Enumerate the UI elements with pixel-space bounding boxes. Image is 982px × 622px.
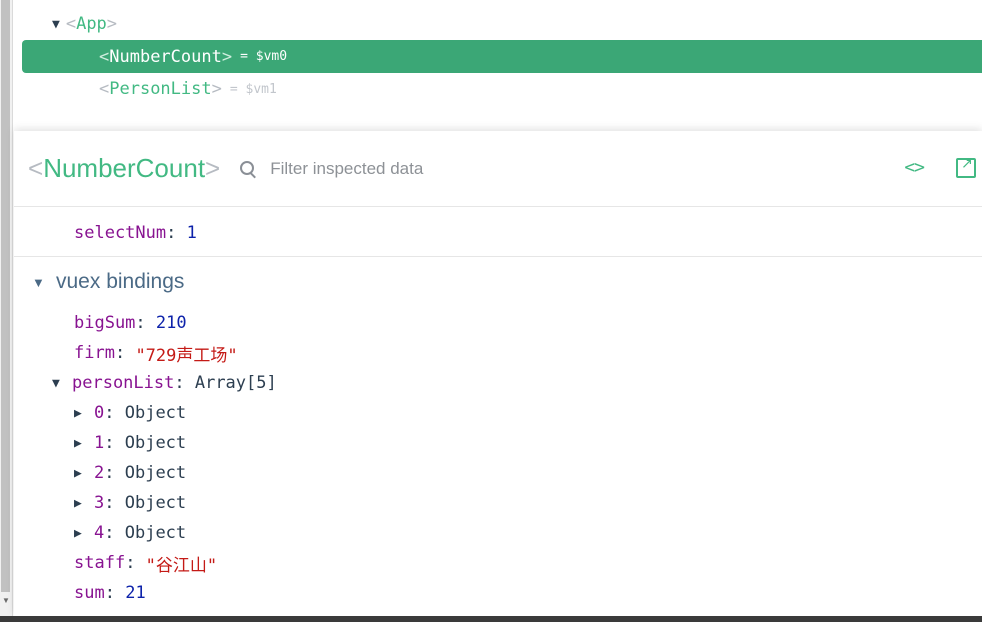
window-bottom-edge xyxy=(0,616,982,622)
collapse-triangle-icon[interactable]: ▼ xyxy=(32,275,56,290)
search-icon xyxy=(238,159,258,179)
tree-node-numbercount[interactable]: < NumberCount > = $vm0 xyxy=(99,40,287,73)
list-item[interactable]: ▶ 1: Object xyxy=(74,430,186,456)
filter-input[interactable] xyxy=(268,157,833,180)
expand-triangle-icon[interactable]: ▶ xyxy=(74,466,94,481)
vuex-property-staff[interactable]: staff: "谷江山" xyxy=(74,550,217,576)
component-name: PersonList xyxy=(109,79,212,99)
vuex-property-personlist[interactable]: ▼ personList: Array[5] xyxy=(52,370,277,396)
expand-triangle-icon[interactable]: ▼ xyxy=(52,376,72,391)
section-divider xyxy=(14,256,982,257)
vuex-bindings-section[interactable]: ▼ vuex bindings xyxy=(32,267,184,297)
scroll-down-arrow-icon[interactable]: ▼ xyxy=(0,596,12,606)
vuex-property-firm[interactable]: firm: "729声工场" xyxy=(74,340,238,366)
expand-triangle-icon[interactable]: ▶ xyxy=(74,436,94,451)
open-in-editor-icon[interactable] xyxy=(956,156,976,178)
vertical-scrollbar[interactable]: ▼ xyxy=(0,0,13,622)
expand-triangle-icon[interactable]: ▼ xyxy=(52,17,60,32)
data-property-selectnum[interactable]: selectNum: 1 xyxy=(74,220,197,246)
inspector-panel: <NumberCount> <> selectNum: 1 ▼ vuex bin… xyxy=(14,131,982,616)
vuex-property-sum[interactable]: sum: 21 xyxy=(74,580,146,606)
list-item[interactable]: ▶ 2: Object xyxy=(74,460,186,486)
component-name: App xyxy=(76,14,107,34)
vm-reference: = $vm1 xyxy=(229,81,277,97)
inspector-header: <NumberCount> <> xyxy=(14,131,982,207)
vm-reference: = $vm0 xyxy=(240,49,288,64)
tree-node-app[interactable]: ▼ < App > xyxy=(52,10,117,38)
component-name: NumberCount xyxy=(109,46,222,67)
scrollbar-thumb[interactable] xyxy=(1,0,10,592)
expand-triangle-icon[interactable]: ▶ xyxy=(74,496,94,511)
tree-node-personlist[interactable]: < PersonList > = $vm1 xyxy=(99,75,277,103)
vuex-property-bigsum[interactable]: bigSum: 210 xyxy=(74,310,187,336)
code-icon[interactable]: <> xyxy=(904,157,925,178)
list-item[interactable]: ▶ 3: Object xyxy=(74,490,186,516)
inspected-component-title: <NumberCount> xyxy=(28,153,221,183)
expand-triangle-icon[interactable]: ▶ xyxy=(74,526,94,541)
list-item[interactable]: ▶ 0: Object xyxy=(74,400,186,426)
list-item[interactable]: ▶ 4: Object xyxy=(74,520,186,546)
expand-triangle-icon[interactable]: ▶ xyxy=(74,406,94,421)
